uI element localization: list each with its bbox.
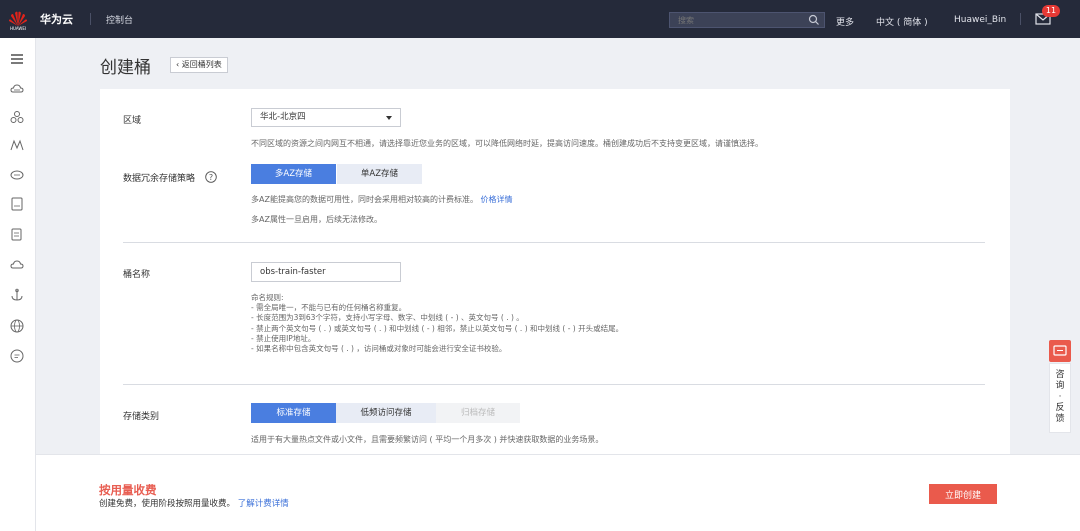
more-menu[interactable]: 更多 bbox=[836, 15, 854, 28]
left-nav bbox=[0, 38, 36, 531]
svg-text:?: ? bbox=[209, 173, 213, 182]
divider bbox=[90, 13, 91, 25]
divider bbox=[1020, 13, 1021, 25]
console-link[interactable]: 控制台 bbox=[106, 13, 133, 26]
back-label: 返回桶列表 bbox=[181, 60, 222, 69]
create-now-button[interactable]: 立即创建 bbox=[929, 484, 997, 504]
rule-line: - 需全局唯一，不能与已有的任何桶名称重复。 bbox=[251, 303, 407, 313]
redundancy-warning: 多AZ属性一旦启用，后续无法修改。 bbox=[251, 215, 382, 224]
language-menu[interactable]: 中文 ( 简体 ) bbox=[876, 15, 928, 28]
redundancy-hint-text: 多AZ能提高您的数据可用性，同时会采用相对较高的计费标准。 bbox=[251, 195, 478, 204]
search-box[interactable] bbox=[669, 12, 825, 28]
pricing-text: 创建免费，使用阶段按照用量收费。 bbox=[99, 499, 236, 509]
bucket-name-label: 桶名称 bbox=[123, 270, 151, 280]
chat-icon bbox=[1053, 345, 1067, 356]
document-icon[interactable] bbox=[10, 227, 24, 241]
redundancy-hint: 多AZ能提高您的数据可用性，同时会采用相对较高的计费标准。 价格详情 bbox=[251, 194, 513, 205]
region-value: 华北-北京四 bbox=[260, 112, 306, 122]
chevron-down-icon bbox=[386, 116, 392, 120]
region-select[interactable]: 华北-北京四 bbox=[251, 108, 401, 127]
option-standard[interactable]: 标准存储 bbox=[251, 403, 336, 423]
cloud-disk-icon[interactable] bbox=[10, 167, 24, 181]
rule-line: - 禁止使用IP地址。 bbox=[251, 333, 316, 343]
region-label: 区域 bbox=[123, 116, 142, 126]
feedback-char: 询 bbox=[1055, 381, 1065, 391]
bucket-name-input[interactable]: obs-train-faster bbox=[251, 262, 401, 282]
storage-class-hint: 适用于有大量热点文件或小文件，且需要频繁访问 ( 平均一个月多次 ) 并快速获取… bbox=[251, 435, 604, 444]
divider bbox=[123, 384, 985, 385]
cluster-icon[interactable] bbox=[10, 110, 24, 124]
price-details-link[interactable]: 价格详情 bbox=[481, 195, 513, 204]
globe-icon[interactable] bbox=[10, 319, 24, 333]
pricing-description: 创建免费，使用阶段按照用量收费。 了解计费详情 bbox=[99, 497, 289, 509]
rule-line: - 长度范围为3到63个字符，支持小写字母、数字、中划线 ( - ) 、英文句号… bbox=[251, 313, 524, 323]
rule-line: 命名规则: bbox=[251, 293, 284, 302]
billing-details-link[interactable]: 了解计费详情 bbox=[238, 499, 289, 509]
create-bucket-form: 区域 华北-北京四 不同区域的资源之间内网互不相通，请选择靠近您业务的区域，可以… bbox=[100, 89, 1010, 454]
search-icon[interactable] bbox=[808, 14, 820, 26]
option-archive: 归档存储 bbox=[436, 403, 520, 423]
help-icon[interactable]: ? bbox=[205, 171, 217, 183]
feedback-char: · bbox=[1058, 392, 1062, 402]
option-infrequent[interactable]: 低频访问存储 bbox=[336, 403, 436, 423]
chat-button[interactable] bbox=[1049, 340, 1071, 362]
back-to-list-button[interactable]: ‹ 返回桶列表 bbox=[170, 57, 228, 73]
feedback-char: 馈 bbox=[1055, 414, 1065, 424]
logo-text: HUAWEI bbox=[9, 26, 27, 31]
divider bbox=[123, 242, 985, 243]
redundancy-label: 数据冗余存储策略 bbox=[123, 174, 196, 184]
analytics-icon[interactable] bbox=[10, 138, 24, 152]
feedback-char: 反 bbox=[1055, 403, 1065, 413]
feedback-tab[interactable]: 咨 询 · 反 馈 bbox=[1049, 363, 1071, 433]
feedback-char: 咨 bbox=[1055, 370, 1065, 380]
option-single-az[interactable]: 单AZ存储 bbox=[337, 164, 422, 184]
brand-name[interactable]: 华为云 bbox=[40, 11, 73, 27]
anchor-icon[interactable] bbox=[10, 288, 24, 302]
option-multi-az[interactable]: 多AZ存储 bbox=[251, 164, 336, 184]
pricing-title: 按用量收费 bbox=[99, 483, 157, 497]
top-bar: HUAWEI 华为云 控制台 更多 中文 ( 简体 ) Huawei_Bin 1… bbox=[0, 0, 1080, 38]
storage-class-label: 存储类别 bbox=[123, 412, 160, 422]
rule-line: - 如果名称中包含英文句号 ( . ) ，访问桶或对象时可能会进行安全证书校验。 bbox=[251, 344, 507, 354]
message-icon[interactable] bbox=[10, 349, 24, 363]
rule-line: - 禁止两个英文句号 ( . ) 或英文句号 ( . ) 和中划线 ( - ) … bbox=[251, 323, 624, 333]
region-hint: 不同区域的资源之间内网互不相通，请选择靠近您业务的区域，可以降低网络时延，提高访… bbox=[251, 139, 763, 148]
menu-icon[interactable] bbox=[10, 52, 24, 66]
cloud-server-icon[interactable] bbox=[10, 82, 24, 96]
user-menu[interactable]: Huawei_Bin bbox=[954, 15, 1006, 25]
cloud-icon[interactable] bbox=[10, 257, 24, 271]
notification-badge: 11 bbox=[1042, 5, 1060, 17]
naming-rules: 命名规则: - 需全局唯一，不能与已有的任何桶名称重复。 - 长度范围为3到63… bbox=[251, 293, 623, 354]
footer-bar: 按用量收费 创建免费，使用阶段按照用量收费。 了解计费详情 立即创建 bbox=[36, 454, 1080, 531]
search-input[interactable] bbox=[670, 13, 790, 27]
page-title: 创建桶 bbox=[100, 58, 151, 78]
storage-icon[interactable] bbox=[10, 197, 24, 211]
